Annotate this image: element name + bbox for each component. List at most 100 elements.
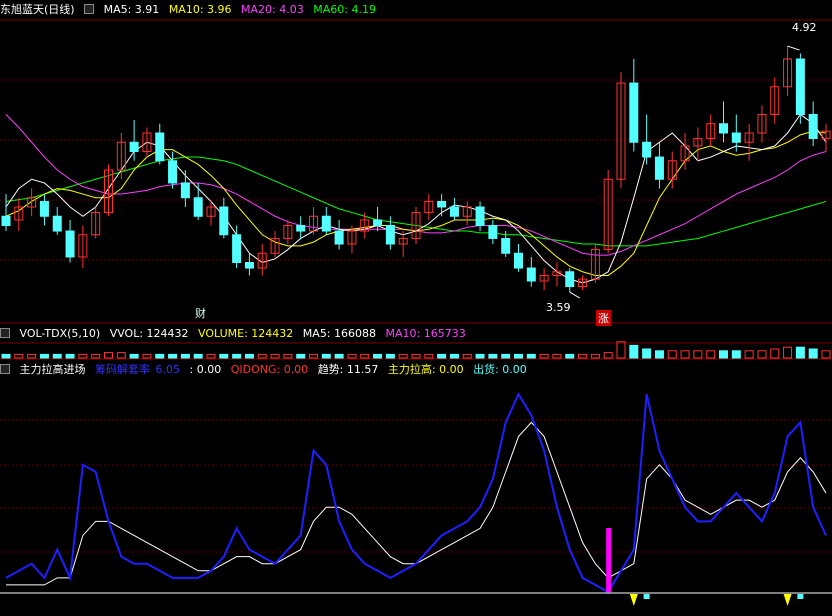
- volume-bar: [783, 346, 793, 359]
- candle-body: [296, 225, 306, 232]
- candle-body: [795, 58, 805, 115]
- volume-bar: [39, 353, 49, 359]
- volume-bar: [206, 353, 216, 359]
- pink-signal-bar: [606, 528, 612, 592]
- candle-body: [526, 267, 536, 282]
- candle-body: [385, 225, 395, 245]
- volume-bar: [232, 353, 242, 359]
- high-marker: [787, 45, 800, 51]
- volume-bar: [757, 350, 767, 359]
- volume-bar: [155, 353, 165, 359]
- volume-bar: [475, 353, 485, 359]
- ma-line-ma10: [5, 130, 827, 276]
- volume-bar: [654, 350, 664, 359]
- candle-body: [65, 230, 75, 258]
- volume-bar: [821, 350, 831, 359]
- tag-cai: 财: [195, 307, 206, 320]
- volume-bar: [808, 348, 818, 359]
- candle-body: [232, 234, 242, 263]
- candle-body: [719, 123, 728, 134]
- volume-bar: [142, 353, 152, 359]
- volume-bar: [539, 353, 549, 359]
- volume-bar: [116, 352, 126, 359]
- volume-bar: [514, 353, 523, 359]
- volume-bar: [603, 352, 613, 359]
- volume-bar: [526, 353, 536, 359]
- candle-body: [731, 132, 741, 143]
- volume-bar: [667, 350, 677, 359]
- volume-bar: [398, 353, 408, 359]
- candle-body: [565, 271, 575, 288]
- volume-bar: [296, 353, 306, 359]
- volume-bar: [795, 346, 805, 359]
- candle-body: [629, 82, 639, 143]
- candle-body: [654, 156, 664, 180]
- candle-body: [244, 262, 254, 269]
- candle-body: [808, 114, 818, 140]
- volume-bar: [449, 353, 459, 359]
- volume-bar: [78, 353, 88, 359]
- candle-body: [449, 206, 459, 217]
- volume-bar: [731, 350, 741, 359]
- volume-bar: [680, 350, 690, 359]
- volume-bar: [309, 353, 318, 359]
- volume-bar: [488, 353, 498, 359]
- signal-marker: [629, 594, 638, 606]
- volume-bar: [104, 352, 113, 359]
- candle-body: [39, 200, 49, 217]
- volume-bar: [552, 353, 562, 359]
- candle-body: [155, 132, 165, 162]
- volume-bar: [27, 353, 37, 359]
- candle-body: [373, 219, 383, 226]
- volume-bar: [270, 353, 280, 359]
- signal-marker: [783, 594, 792, 606]
- candle-body: [219, 206, 229, 236]
- volume-bar: [193, 353, 203, 359]
- volume-bar: [168, 353, 178, 359]
- candle-body: [168, 160, 178, 184]
- volume-bar: [590, 353, 600, 359]
- volume-bar: [373, 353, 383, 359]
- candle-body: [129, 141, 139, 152]
- high-label: 4.92: [792, 21, 817, 34]
- candle-body: [334, 230, 344, 245]
- candle-body: [193, 197, 203, 217]
- volume-bar: [334, 353, 344, 359]
- volume-bar: [283, 353, 293, 359]
- volume-bar: [706, 350, 716, 359]
- volume-bar: [347, 353, 357, 359]
- tag-zhang: 涨: [596, 310, 611, 326]
- volume-bar: [424, 353, 434, 359]
- candle-body: [514, 252, 523, 269]
- candle-body: [437, 200, 447, 208]
- low-label: 3.59: [546, 301, 571, 314]
- volume-bar: [629, 344, 639, 359]
- volume-bar: [578, 353, 588, 359]
- volume-bar: [65, 353, 75, 359]
- volume-bar: [180, 353, 190, 359]
- signal-marker: [797, 594, 804, 599]
- volume-bar: [501, 353, 511, 359]
- volume-bar: [1, 353, 11, 359]
- volume-bar: [360, 353, 370, 359]
- candle-body: [321, 215, 331, 232]
- candle-body: [1, 215, 11, 226]
- candle-body: [180, 182, 190, 199]
- volume-bar: [616, 341, 626, 359]
- low-marker: [569, 291, 581, 299]
- volume-bar: [437, 353, 447, 359]
- chart-canvas: [0, 19, 832, 606]
- volume-bar: [719, 350, 728, 359]
- volume-bar: [770, 348, 780, 359]
- volume-bar: [52, 353, 62, 359]
- volume-bar: [385, 353, 395, 359]
- volume-bar: [321, 353, 331, 359]
- volume-bar: [257, 353, 267, 359]
- volume-bar: [565, 353, 575, 359]
- volume-bar: [411, 353, 421, 359]
- volume-bar: [14, 353, 24, 359]
- volume-bar: [129, 353, 139, 359]
- volume-bar: [91, 353, 101, 359]
- candle-body: [501, 237, 511, 254]
- volume-bar: [244, 353, 254, 359]
